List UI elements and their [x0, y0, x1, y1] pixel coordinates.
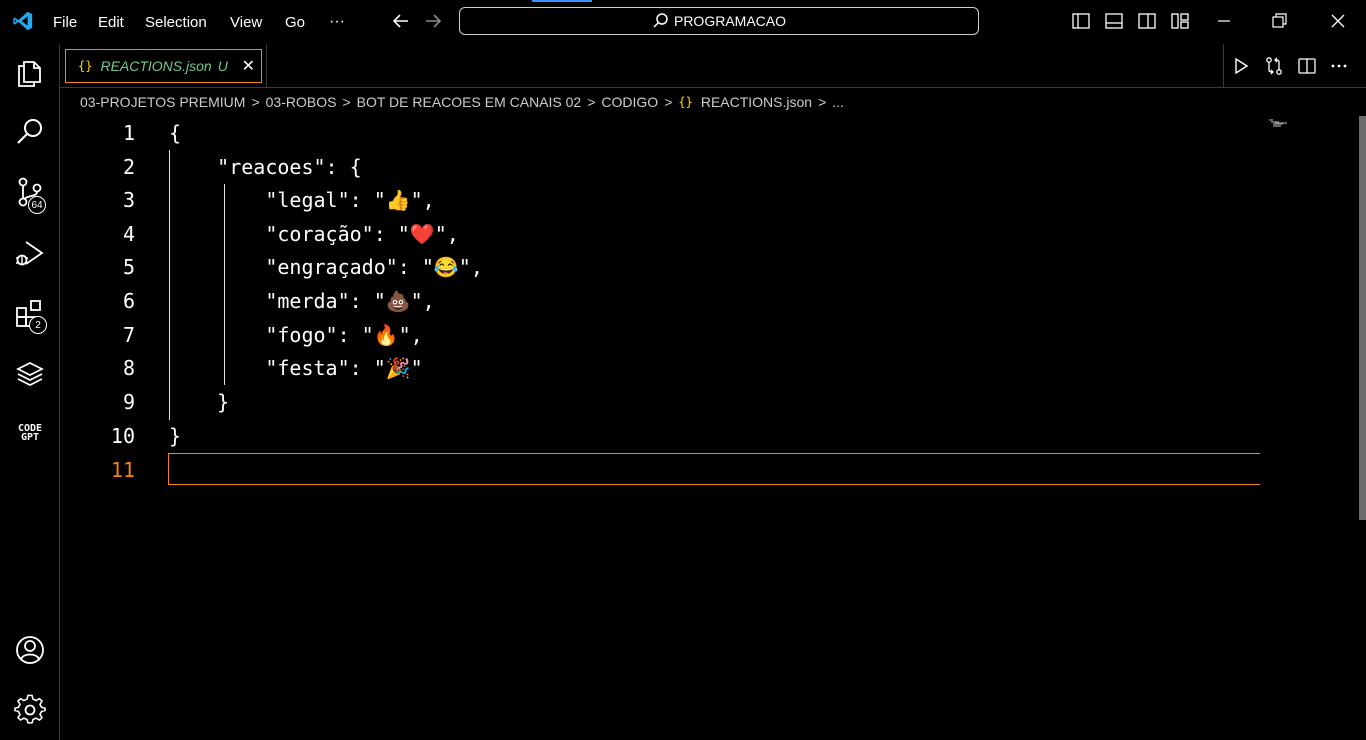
code-line[interactable]: "coração": "❤️",	[169, 217, 458, 251]
codegpt-icon[interactable]: CODE GPT	[14, 424, 46, 443]
activity-bar: 64 2 CODE GPT	[0, 44, 60, 740]
title-bar: File Edit Selection View Go ··· PROGRAMA…	[0, 0, 1366, 44]
breadcrumb-item[interactable]: 03-PROJETOS PREMIUM	[80, 94, 245, 110]
chevron-right-icon: >	[818, 94, 827, 110]
breadcrumb-item[interactable]: CODIGO	[601, 94, 658, 110]
account-icon[interactable]	[14, 634, 46, 666]
back-arrow-icon[interactable]	[390, 10, 412, 32]
forward-arrow-icon[interactable]	[422, 10, 444, 32]
code-line[interactable]: "engraçado": "😂",	[169, 250, 483, 284]
tab-divider	[266, 44, 267, 88]
code-line[interactable]: "fogo": "🔥",	[169, 318, 422, 352]
line-number: 1	[122, 121, 135, 145]
line-number: 6	[122, 289, 135, 313]
line-number: 3	[122, 188, 135, 212]
code-line[interactable]: "festa": "🎉"	[169, 351, 422, 385]
line-number: 5	[122, 255, 135, 279]
current-line-highlight	[168, 453, 1260, 485]
open-changes-icon[interactable]	[1264, 56, 1284, 76]
chevron-right-icon: >	[587, 94, 596, 110]
code-line[interactable]: "merda": "💩",	[169, 284, 434, 318]
codegpt-line2: GPT	[20, 432, 40, 443]
line-number: 7	[122, 323, 135, 347]
breadcrumb-symbols[interactable]: ...	[832, 94, 844, 110]
tab-reactions-json[interactable]: {} REACTIONS.json U ✕	[65, 49, 262, 83]
tab-close-icon[interactable]: ✕	[242, 56, 255, 76]
tab-label: REACTIONS.json	[100, 58, 212, 74]
split-editor-icon[interactable]	[1297, 56, 1317, 76]
menu-file[interactable]: File	[53, 0, 77, 44]
settings-gear-icon[interactable]	[14, 694, 46, 726]
line-number: 4	[122, 222, 135, 246]
vertical-scrollbar[interactable]	[1359, 116, 1366, 520]
menu-go[interactable]: Go	[285, 0, 305, 44]
explorer-files-icon[interactable]	[14, 56, 46, 88]
search-icon	[653, 13, 668, 28]
line-number-active: 11	[110, 458, 135, 482]
menu-view[interactable]: View	[230, 0, 262, 44]
search-sidebar-icon[interactable]	[14, 116, 46, 148]
toggle-panel-icon[interactable]	[1104, 11, 1124, 31]
json-file-icon: {}	[78, 59, 93, 73]
chevron-right-icon: >	[251, 94, 260, 110]
menu-edit[interactable]: Edit	[98, 0, 124, 44]
tab-untracked-status: U	[217, 58, 228, 74]
editor-actions-divider	[1223, 44, 1224, 88]
json-file-icon: {}	[678, 95, 693, 109]
menu-selection[interactable]: Selection	[145, 0, 207, 44]
extensions-badge: 2	[29, 316, 47, 334]
chevron-right-icon: >	[342, 94, 351, 110]
menu-more[interactable]: ···	[329, 0, 345, 44]
code-editor[interactable]: 1 2 3 4 5 6 7 8 9 10 11 { "reacoes": { "…	[60, 116, 1366, 740]
minimize-icon[interactable]	[1214, 11, 1234, 31]
breadcrumb-file[interactable]: REACTIONS.json	[701, 94, 812, 110]
toggle-secondary-sidebar-icon[interactable]	[1137, 11, 1157, 31]
code-line[interactable]: "reacoes": {	[169, 150, 362, 184]
customize-layout-icon[interactable]	[1170, 11, 1190, 31]
search-text: PROGRAMACAO	[673, 13, 786, 29]
code-line[interactable]: {	[169, 116, 181, 150]
restore-icon[interactable]	[1269, 11, 1289, 31]
code-line[interactable]: "legal": "👍",	[169, 183, 434, 217]
line-number: 9	[122, 390, 135, 414]
chevron-right-icon: >	[664, 94, 673, 110]
run-debug-icon[interactable]	[14, 238, 46, 270]
close-window-icon[interactable]	[1328, 11, 1348, 31]
code-line[interactable]: }	[169, 419, 181, 453]
breadcrumb-item[interactable]: 03-ROBOS	[266, 94, 337, 110]
line-number: 2	[122, 155, 135, 179]
run-play-icon[interactable]	[1231, 56, 1251, 76]
code-line[interactable]: }	[169, 385, 229, 419]
title-accent	[532, 0, 592, 2]
minimap[interactable]	[1267, 116, 1297, 130]
source-control-badge: 64	[28, 196, 46, 214]
more-actions-icon[interactable]	[1329, 56, 1349, 76]
line-number: 8	[122, 356, 135, 380]
layers-icon[interactable]	[14, 358, 46, 390]
command-center-search[interactable]: PROGRAMACAO	[459, 7, 979, 35]
breadcrumb-item[interactable]: BOT DE REACOES EM CANAIS 02	[357, 94, 582, 110]
tab-bar: {} REACTIONS.json U ✕	[60, 44, 1366, 88]
line-number: 10	[110, 424, 135, 448]
breadcrumb: 03-PROJETOS PREMIUM > 03-ROBOS > BOT DE …	[80, 88, 844, 116]
toggle-primary-sidebar-icon[interactable]	[1071, 11, 1091, 31]
vscode-logo-icon	[13, 11, 33, 31]
